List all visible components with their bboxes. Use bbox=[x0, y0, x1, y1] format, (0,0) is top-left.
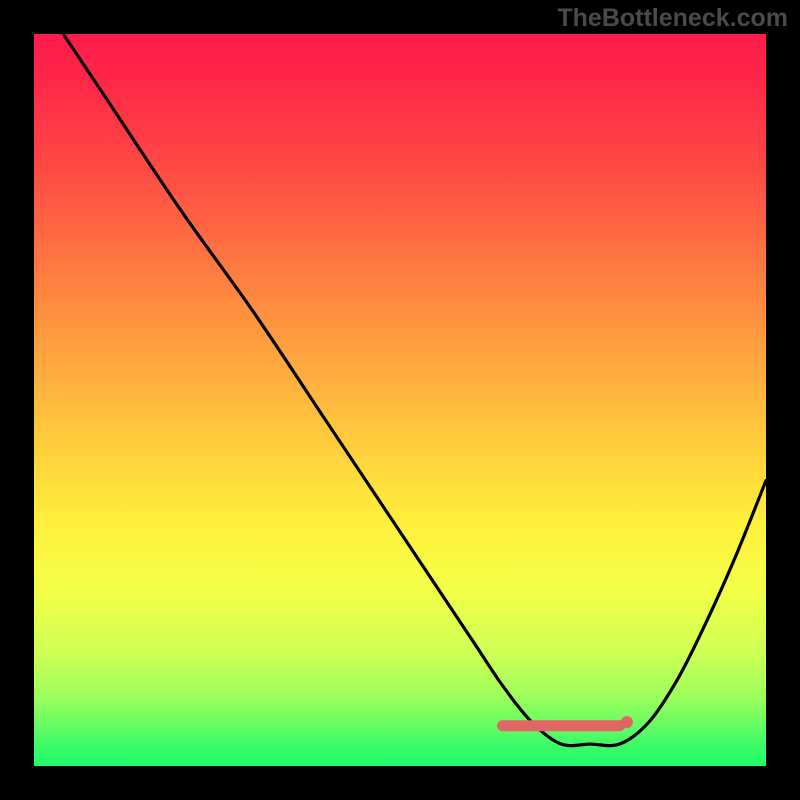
chart-svg bbox=[0, 0, 800, 800]
chart-container: TheBottleneck.com bbox=[0, 0, 800, 800]
watermark: TheBottleneck.com bbox=[557, 4, 788, 33]
gradient-rect bbox=[34, 34, 766, 766]
highlight-dot bbox=[621, 716, 633, 728]
